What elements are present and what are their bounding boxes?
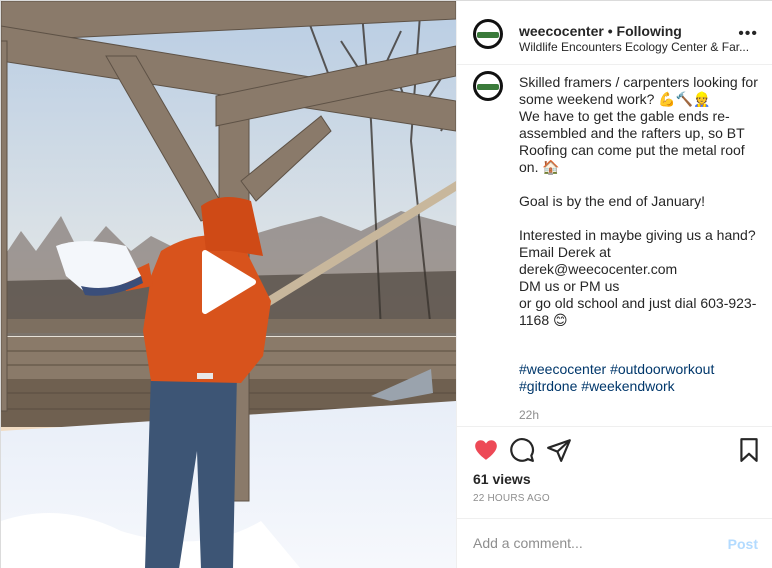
post-video[interactable]: [1, 1, 456, 568]
more-horizontal-icon[interactable]: •••: [738, 25, 758, 43]
username-link[interactable]: weecocenter: [519, 23, 604, 39]
post-caption-area: Skilled framers / carpenters looking for…: [457, 66, 772, 426]
hashtag-link[interactable]: #weekendwork: [581, 378, 674, 394]
comment-input[interactable]: [473, 535, 703, 551]
hashtag-link[interactable]: #gitrdone: [519, 378, 577, 394]
post-comment-button[interactable]: Post: [728, 536, 758, 552]
share-icon: [547, 439, 571, 462]
caption-avatar[interactable]: [473, 71, 503, 101]
view-count[interactable]: 61 views: [473, 471, 531, 487]
post-header: weecocenter • Following Wildlife Encount…: [457, 1, 772, 65]
caption-text: Skilled framers / carpenters looking for…: [519, 74, 758, 328]
post-timestamp[interactable]: 22 HOURS AGO: [473, 493, 550, 504]
play-button[interactable]: [187, 245, 261, 319]
separator: •: [603, 23, 617, 39]
like-button[interactable]: [473, 437, 499, 463]
following-button[interactable]: Following: [617, 23, 682, 39]
location-link[interactable]: Wildlife Encounters Ecology Center & Far…: [519, 40, 755, 54]
action-bar: [457, 426, 772, 472]
hashtag-link[interactable]: #outdoorworkout: [610, 361, 714, 377]
header-user-line: weecocenter • Following: [519, 23, 682, 39]
caption-time[interactable]: 22h: [519, 408, 539, 422]
avatar[interactable]: [473, 19, 503, 49]
post-details: weecocenter • Following Wildlife Encount…: [456, 1, 772, 568]
hashtag-link[interactable]: #weecocenter: [519, 361, 606, 377]
weeco-logo: [477, 31, 499, 39]
comment-icon: [510, 438, 535, 462]
play-icon: [202, 250, 256, 314]
comment-button[interactable]: [509, 437, 535, 463]
post-dialog: weecocenter • Following Wildlife Encount…: [0, 0, 772, 568]
bookmark-icon: [740, 438, 758, 462]
save-button[interactable]: [736, 437, 762, 463]
comment-form: Post: [457, 518, 772, 568]
share-button[interactable]: [546, 437, 572, 463]
heart-icon: [475, 440, 497, 460]
hashtags: #weecocenter #outdoorworkout #gitrdone #…: [519, 361, 759, 395]
weeco-logo: [477, 83, 499, 91]
